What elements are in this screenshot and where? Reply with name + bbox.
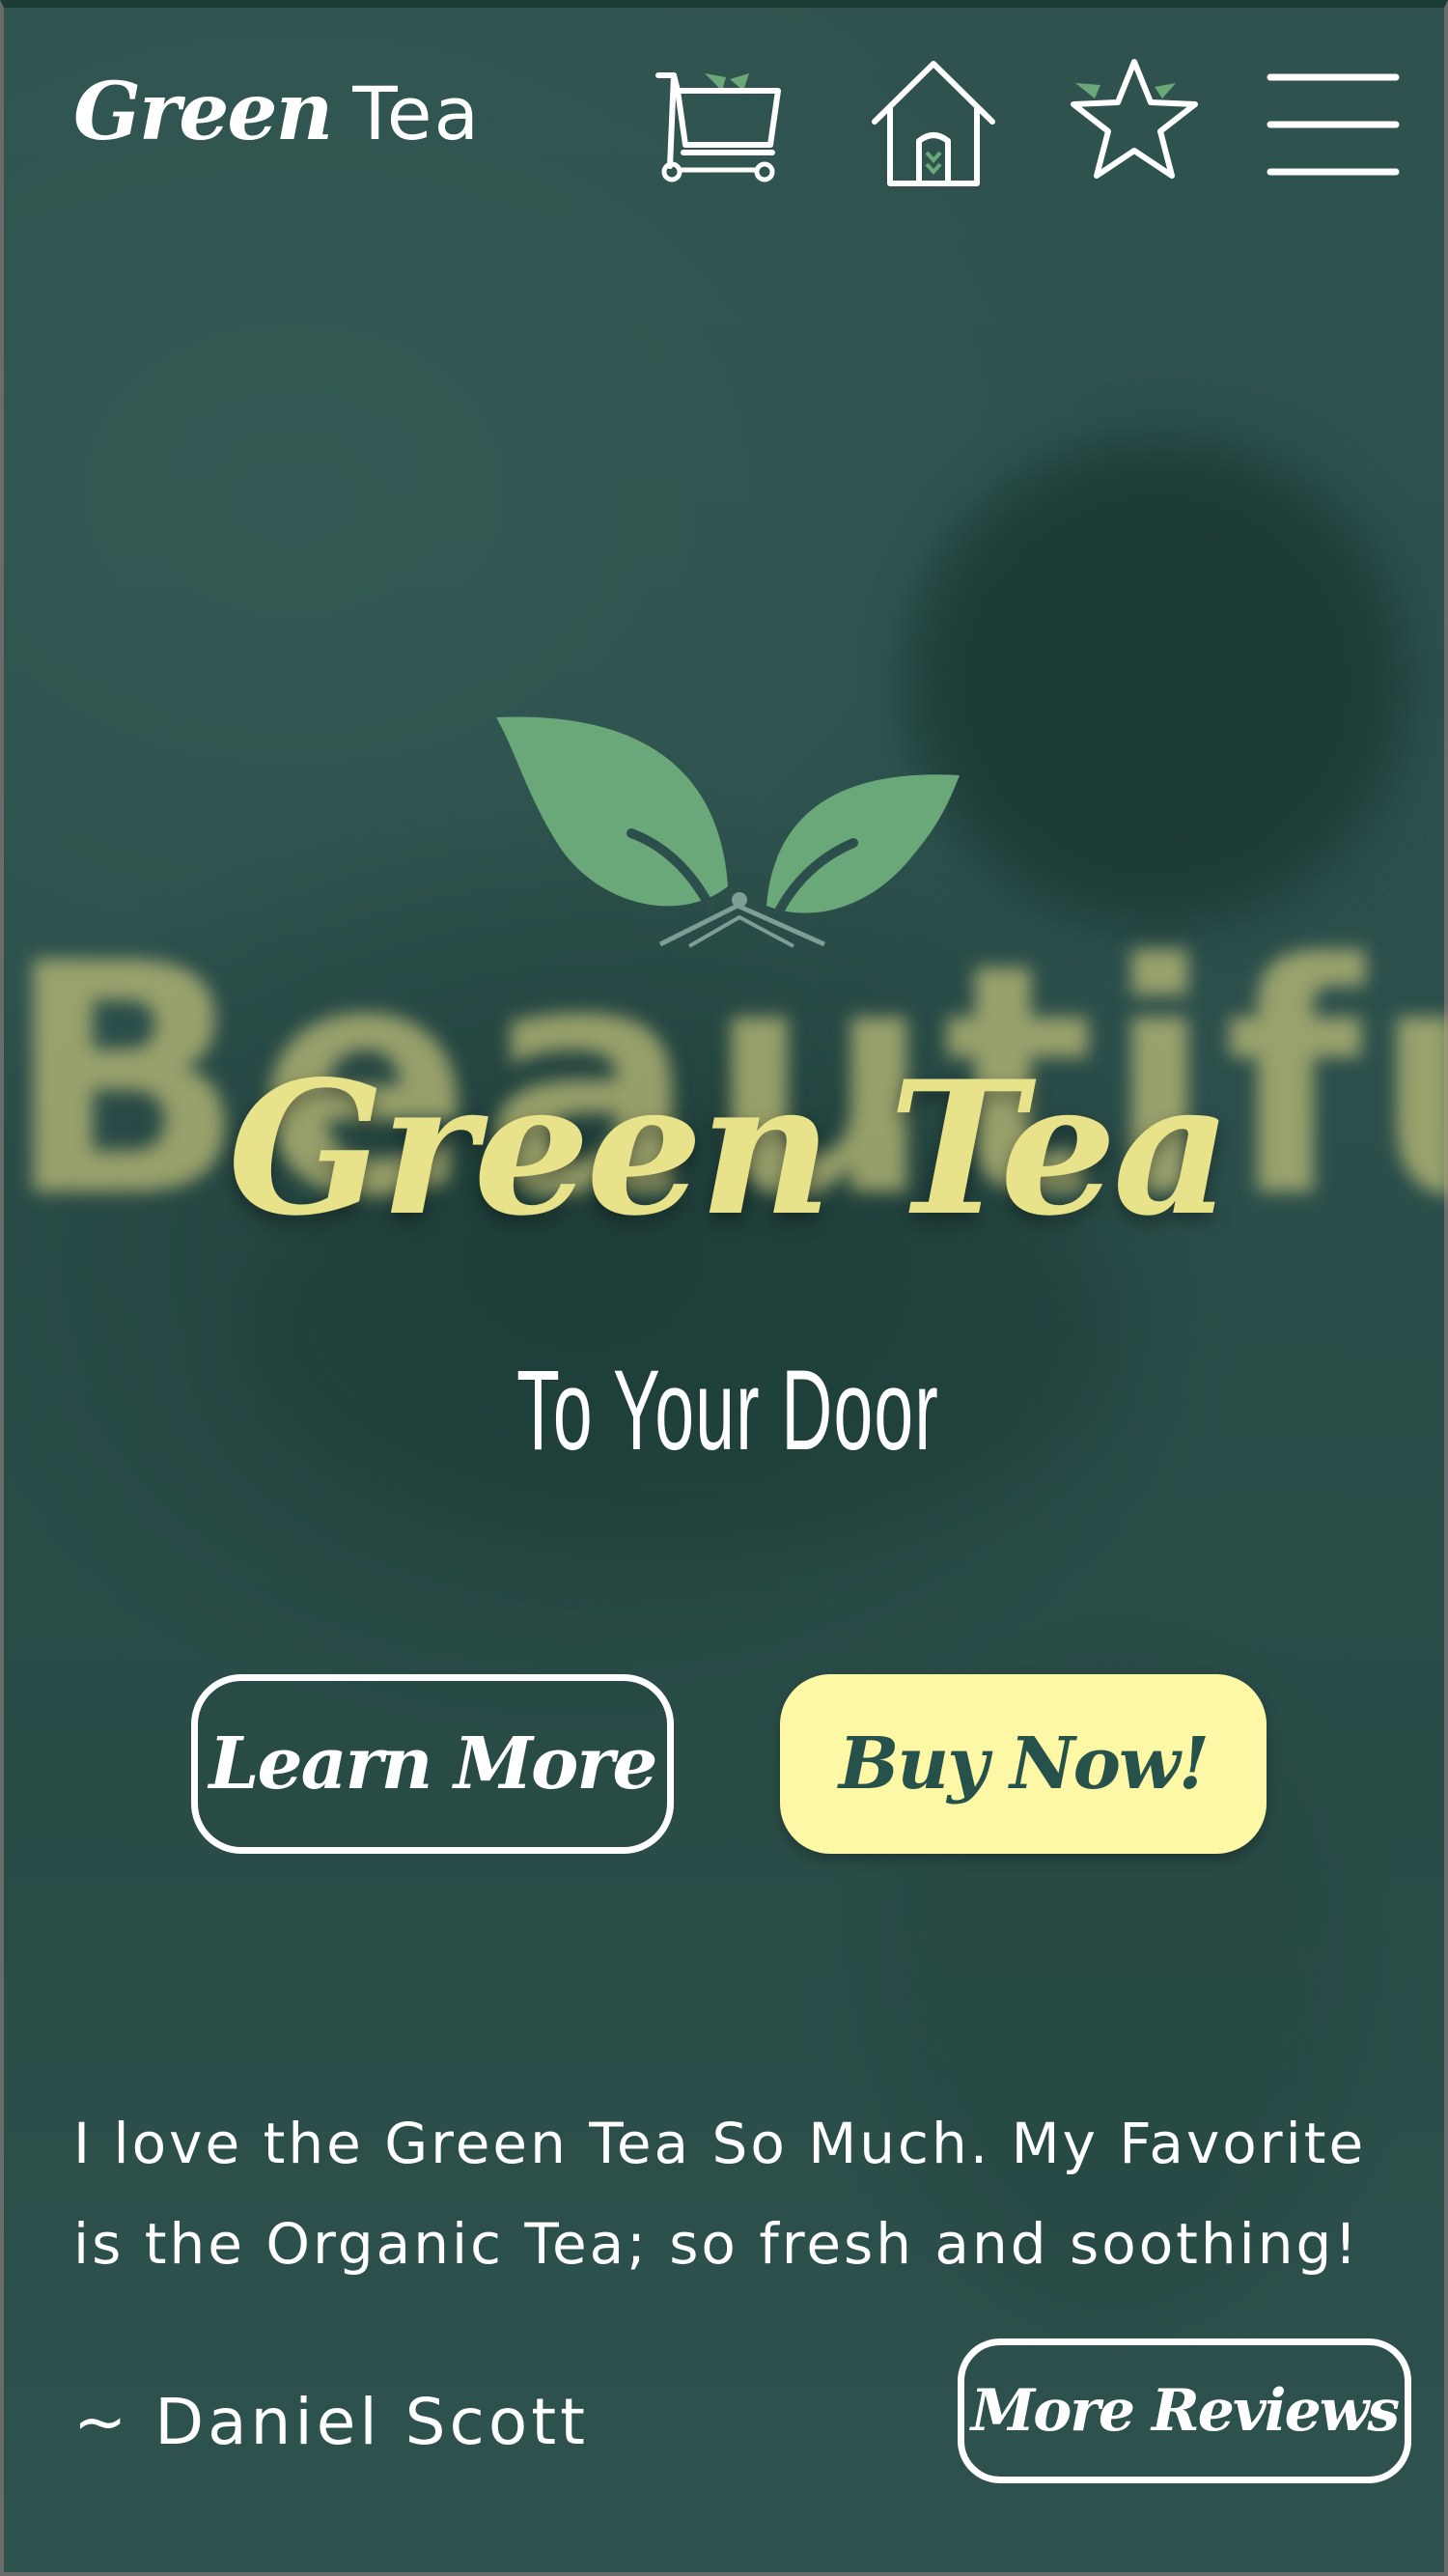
- menu-button[interactable]: [1261, 52, 1406, 197]
- background-cup-shape: [921, 442, 1404, 925]
- learn-more-button[interactable]: Learn More: [191, 1674, 674, 1854]
- brand-logo[interactable]: Green Tea: [73, 66, 481, 172]
- home-icon: [872, 61, 995, 186]
- testimonial-author: ~ Daniel Scott: [73, 2385, 589, 2459]
- brand-script-text: Green: [73, 66, 333, 158]
- hero-subtitle: To Your Door: [516, 1347, 939, 1474]
- leaf-logo-icon: [496, 716, 960, 948]
- hero-title: Green Tea: [228, 1041, 1232, 1256]
- page-background: Green Tea Beautif Green Tea To Your Door…: [0, 0, 1448, 2576]
- brand-plain-text: Tea: [352, 70, 482, 156]
- home-button[interactable]: [861, 52, 1006, 197]
- testimonial-quote: I love the Green Tea So Much. My Favorit…: [73, 2111, 1367, 2277]
- star-icon: [1071, 59, 1198, 179]
- cart-icon: [655, 72, 781, 182]
- buy-now-button[interactable]: Buy Now!: [780, 1674, 1267, 1854]
- favorites-button[interactable]: [1062, 52, 1207, 197]
- cart-button[interactable]: [649, 52, 794, 197]
- more-reviews-button[interactable]: More Reviews: [958, 2338, 1411, 2483]
- menu-icon: [1267, 73, 1400, 176]
